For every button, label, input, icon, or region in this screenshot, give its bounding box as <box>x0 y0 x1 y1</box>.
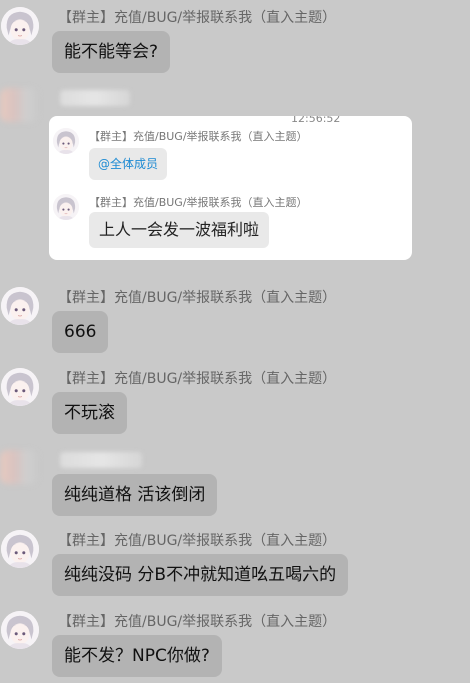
message-bubble[interactable]: 666 <box>52 311 109 353</box>
quoted-sender-name: 【群主】充值/BUG/举报联系我（直入主题） <box>89 196 308 209</box>
quoted-sender-avatar <box>53 128 79 154</box>
mention-all-bubble: @全体成员 <box>89 148 168 180</box>
sender-name[interactable]: 【群主】充值/BUG/举报联系我（直入主题） <box>58 370 336 388</box>
sender-name[interactable]: 【群主】充值/BUG/举报联系我（直入主题） <box>58 9 336 27</box>
forwarded-message-card[interactable]: 12:56:52 【群主】充值/BUG/举报联系我（直入主题） @全体成员 【群… <box>49 116 412 260</box>
message-bubble[interactable]: 不玩滚 <box>52 392 127 434</box>
quoted-sender-avatar <box>53 194 79 220</box>
message-time: 12:56:52 <box>291 116 341 125</box>
message-bubble[interactable]: 能不能等会? <box>52 31 171 73</box>
quoted-message-bubble: 上人一会发一波福利啦 <box>89 212 270 248</box>
sender-avatar[interactable] <box>1 611 39 649</box>
message-bubble[interactable]: 能不发？NPC你做? <box>52 635 222 677</box>
avatar-image-icon <box>1 287 39 325</box>
avatar-image-icon <box>53 194 79 220</box>
quoted-sender-name: 【群主】充值/BUG/举报联系我（直入主题） <box>89 130 308 143</box>
blurred-sender-name <box>60 452 142 468</box>
blurred-sender-name <box>60 90 130 106</box>
sender-name[interactable]: 【群主】充值/BUG/举报联系我（直入主题） <box>58 289 336 307</box>
sender-name[interactable]: 【群主】充值/BUG/举报联系我（直入主题） <box>58 532 336 550</box>
avatar-image-icon <box>1 530 39 568</box>
sender-avatar[interactable] <box>1 287 39 325</box>
blurred-avatar <box>0 450 38 484</box>
blurred-avatar <box>0 88 38 122</box>
sender-avatar[interactable] <box>1 7 39 45</box>
avatar-image-icon <box>1 7 39 45</box>
avatar-image-icon <box>53 128 79 154</box>
avatar-image-icon <box>1 611 39 649</box>
sender-avatar[interactable] <box>1 530 39 568</box>
avatar-image-icon <box>1 368 39 406</box>
message-bubble[interactable]: 纯纯道格 活该倒闭 <box>52 474 218 516</box>
sender-name[interactable]: 【群主】充值/BUG/举报联系我（直入主题） <box>58 613 336 631</box>
message-bubble[interactable]: 纯纯没码 分B不冲就知道吆五喝六的 <box>52 554 349 596</box>
sender-avatar[interactable] <box>1 368 39 406</box>
